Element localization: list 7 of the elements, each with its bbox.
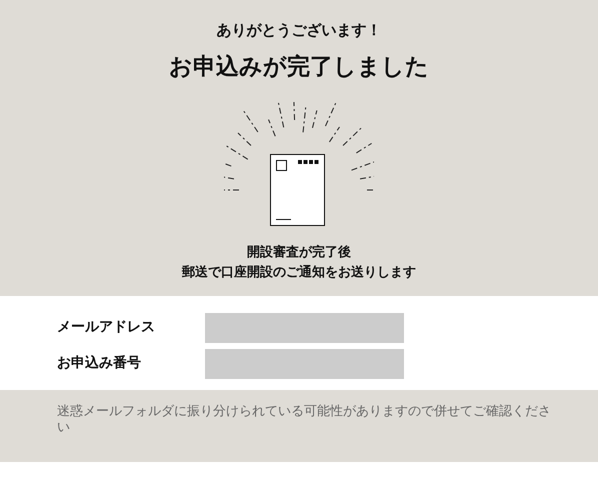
completion-message: 郵送で口座開設のご通知をお送りします	[182, 263, 416, 281]
completion-title: お申込みが完了しました	[169, 52, 429, 81]
thanks-heading: ありがとうございます！	[216, 21, 382, 41]
detail-label: メールアドレス	[56, 317, 156, 336]
spam-folder-notice: 迷惑メールフォルダに振り分けられている可能性がありますので併せてご確認ください	[57, 403, 552, 435]
detail-label: お申込み番号	[56, 353, 142, 372]
completion-message: 開設審査が完了後	[247, 243, 351, 261]
